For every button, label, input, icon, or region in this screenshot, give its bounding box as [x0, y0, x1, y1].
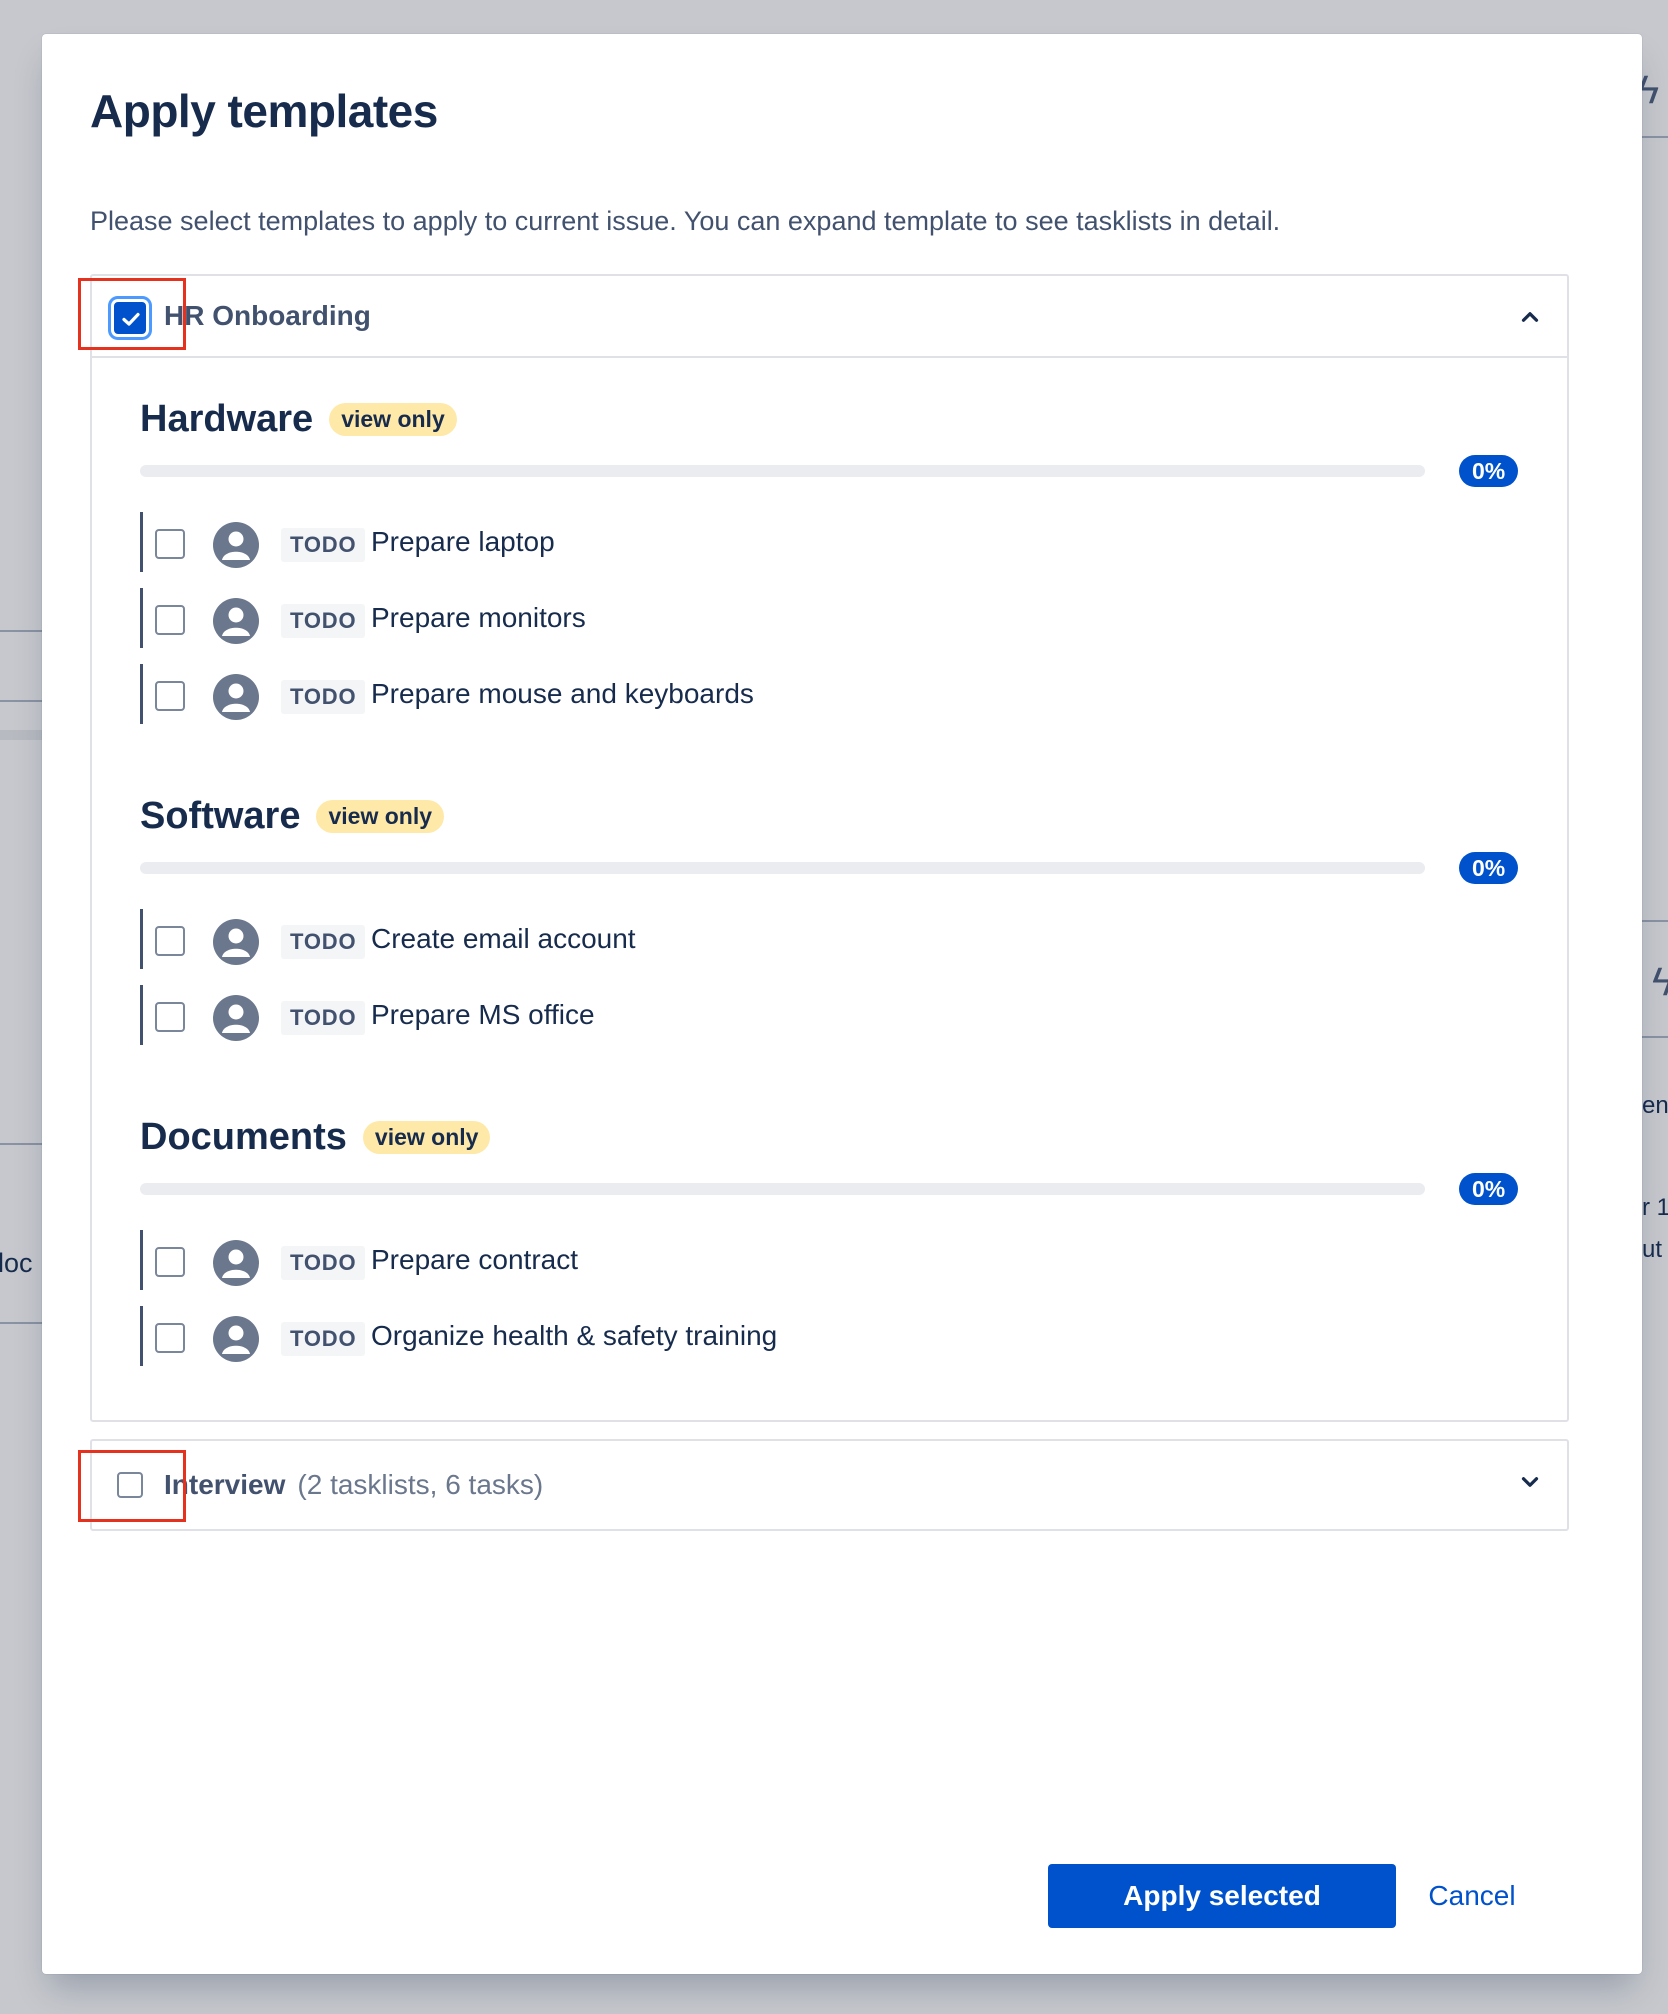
template-name: HR Onboarding — [164, 300, 371, 331]
task-status-lozenge: TODO — [281, 925, 366, 959]
task-status-lozenge: TODO — [281, 604, 366, 638]
modal-description: Please select templates to apply to curr… — [90, 206, 1281, 236]
cancel-button[interactable]: Cancel — [1402, 1864, 1542, 1928]
progress-bar — [140, 1183, 1425, 1195]
annotation-highlight-box — [78, 1450, 186, 1522]
chevron-down-icon[interactable] — [1517, 1469, 1543, 1495]
background-divider — [0, 700, 42, 702]
tasklist-title: Software — [140, 794, 301, 837]
background-divider — [0, 630, 42, 632]
task-checkbox[interactable] — [155, 926, 185, 956]
background-divider — [1642, 1036, 1668, 1038]
background-divider — [0, 1143, 42, 1145]
template-meta: (2 tasklists, 6 tasks) — [297, 1469, 544, 1500]
task-name: Prepare laptop — [371, 526, 555, 557]
task-status-lozenge: TODO — [281, 528, 366, 562]
view-only-badge: view only — [362, 1120, 491, 1154]
tasklist-title: Documents — [140, 1115, 347, 1158]
task-name: Prepare mouse and keyboards — [371, 678, 754, 709]
progress-percent-badge: 0% — [1459, 455, 1519, 487]
user-avatar-icon[interactable] — [213, 1240, 259, 1286]
template-name: Interview (2 tasklists, 6 tasks) — [164, 1469, 543, 1501]
task-status-lozenge: TODO — [281, 680, 366, 714]
progress-percent-badge: 0% — [1459, 852, 1519, 884]
background-divider — [1642, 920, 1668, 922]
task-checkbox[interactable] — [155, 681, 185, 711]
template-header-hr-onboarding[interactable]: HR Onboarding — [92, 276, 1567, 358]
background-text: r 1 — [1642, 1194, 1668, 1221]
user-avatar-icon[interactable] — [213, 919, 259, 965]
background-divider — [0, 1322, 42, 1324]
task-item: TODO Prepare monitors — [140, 588, 1440, 648]
progress-bar — [140, 465, 1425, 477]
background-text: ut — [1642, 1236, 1663, 1263]
task-item: TODO Prepare mouse and keyboards — [140, 664, 1440, 724]
task-status-lozenge: TODO — [281, 1322, 366, 1356]
tasklist-title: Hardware — [140, 397, 314, 440]
task-status-lozenge: TODO — [281, 1001, 366, 1035]
task-checkbox[interactable] — [155, 1247, 185, 1277]
progress-bar — [140, 862, 1425, 874]
user-avatar-icon[interactable] — [213, 522, 259, 568]
background-divider — [1642, 136, 1668, 138]
progress-percent-badge: 0% — [1459, 1173, 1519, 1205]
template-panel-hr-onboarding: HR Onboarding Hardware view only 0% TODO — [90, 274, 1569, 1422]
task-name: Prepare contract — [371, 1244, 578, 1275]
user-avatar-icon[interactable] — [213, 1316, 259, 1362]
view-only-badge: view only — [329, 402, 457, 436]
task-checkbox[interactable] — [155, 1002, 185, 1032]
user-avatar-icon[interactable] — [213, 995, 259, 1041]
background-bar — [0, 730, 42, 740]
task-checkbox[interactable] — [155, 529, 185, 559]
task-name: Prepare monitors — [371, 602, 586, 633]
task-name: Prepare MS office — [371, 999, 595, 1030]
task-item: TODO Prepare contract — [140, 1230, 1440, 1290]
background-text: en — [1642, 1092, 1668, 1119]
task-item: TODO Prepare MS office — [140, 985, 1440, 1045]
background-bolt-icon: ϟ — [1652, 960, 1668, 1004]
task-name: Create email account — [371, 923, 636, 954]
task-item: TODO Prepare laptop — [140, 512, 1440, 572]
template-header-interview[interactable]: Interview (2 tasklists, 6 tasks) — [92, 1441, 1567, 1529]
user-avatar-icon[interactable] — [213, 598, 259, 644]
task-name: Organize health & safety training — [371, 1320, 778, 1351]
task-status-lozenge: TODO — [281, 1246, 366, 1280]
chevron-up-icon[interactable] — [1517, 304, 1543, 330]
apply-templates-modal: Apply templates Please select templates … — [42, 34, 1642, 1974]
task-item: TODO Organize health & safety training — [140, 1306, 1440, 1366]
task-checkbox[interactable] — [155, 1323, 185, 1353]
user-avatar-icon[interactable] — [213, 674, 259, 720]
apply-selected-templates-button[interactable]: Apply selected template(s) — [1048, 1864, 1396, 1974]
template-panel-interview: Interview (2 tasklists, 6 tasks) — [90, 1439, 1569, 1531]
annotation-highlight-box — [78, 278, 186, 350]
task-checkbox[interactable] — [155, 605, 185, 635]
background-text: loc — [0, 1248, 33, 1278]
modal-title: Apply templates — [90, 85, 438, 137]
task-item: TODO Create email account — [140, 909, 1440, 969]
view-only-badge: view only — [316, 799, 445, 833]
